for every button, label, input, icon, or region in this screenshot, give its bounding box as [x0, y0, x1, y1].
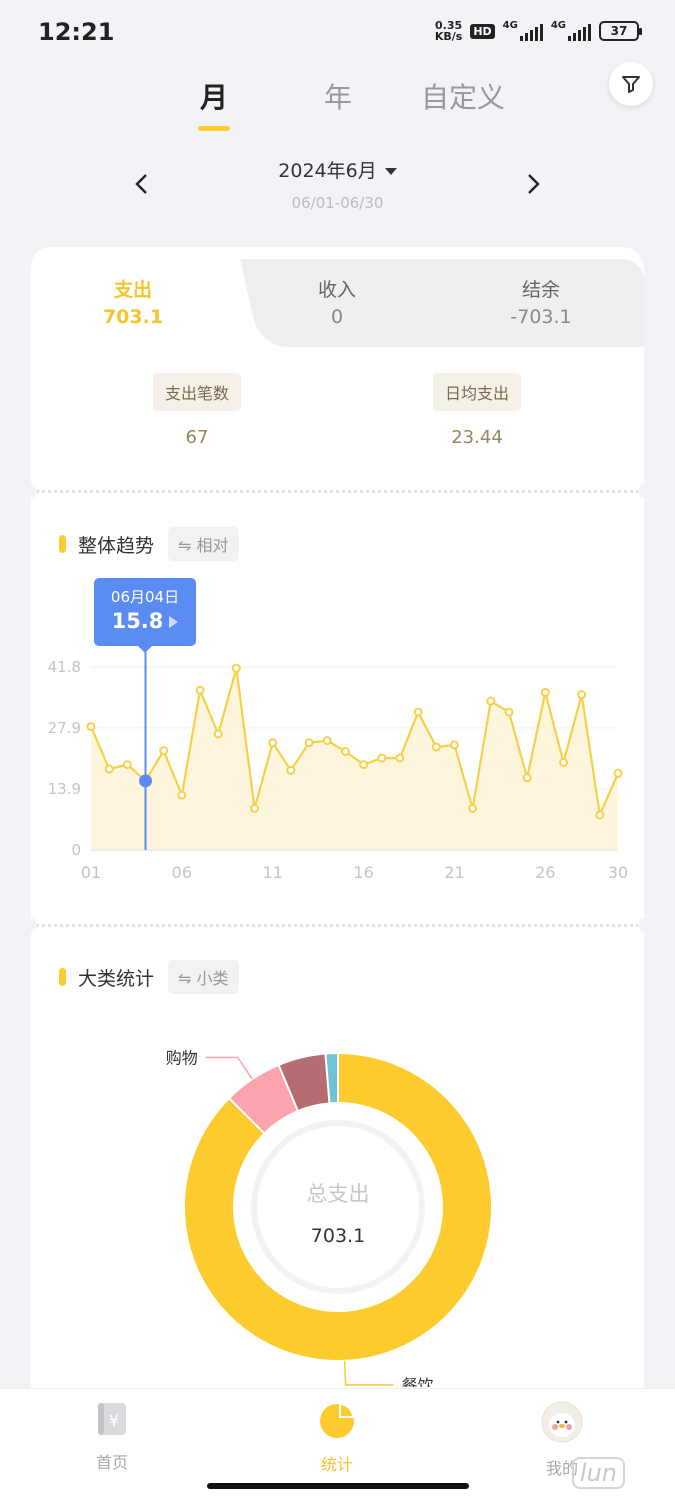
data-point[interactable]: [213, 729, 223, 739]
y-tick-label: 41.8: [48, 658, 81, 676]
data-point[interactable]: [449, 740, 459, 750]
x-tick-label: 01: [81, 863, 101, 882]
battery-icon: 37: [599, 21, 642, 41]
data-point[interactable]: [522, 773, 532, 783]
stats-card: 支出 703.1 收入 0 结余 -703.1 支出笔数 67 日均支出 23.…: [23, 247, 652, 1407]
daily-average: 日均支出 23.44: [377, 373, 577, 448]
data-point[interactable]: [413, 707, 423, 717]
tab-year[interactable]: 年: [324, 76, 352, 116]
data-point[interactable]: [504, 707, 514, 717]
expense-count: 支出笔数 67: [97, 373, 297, 448]
dropdown-icon: [384, 168, 397, 175]
data-point[interactable]: [595, 810, 605, 820]
data-point[interactable]: [431, 742, 441, 752]
watermark-logo: lun: [571, 1457, 625, 1489]
trend-line-chart[interactable]: 41.8 27.9 13.9 001 06 11 16 21 26 30: [31, 652, 644, 892]
data-point[interactable]: [86, 722, 96, 732]
x-tick-label: 16: [353, 863, 373, 882]
divider: [23, 484, 652, 498]
data-point[interactable]: [486, 696, 496, 706]
highlight-point[interactable]: [139, 774, 153, 788]
x-tick-label: 11: [263, 863, 283, 882]
summary-income[interactable]: 收入 0: [237, 275, 437, 328]
category-title: 大类统计 ⇋ 小类: [59, 960, 239, 994]
data-point[interactable]: [177, 790, 187, 800]
avatar: [541, 1401, 583, 1443]
next-month-arrow-icon[interactable]: [521, 172, 545, 196]
data-point[interactable]: [268, 738, 278, 748]
signal-icon-2: 4G: [551, 21, 591, 41]
tab-custom[interactable]: 自定义: [421, 76, 505, 116]
label-leader: [343, 1360, 394, 1386]
y-tick-label: 27.9: [48, 719, 81, 737]
play-icon: [169, 616, 179, 628]
x-tick-label: 06: [172, 863, 192, 882]
chart-tooltip: 06月04日 15.8: [94, 578, 196, 653]
donut-center: [251, 1120, 425, 1294]
svg-text:¥: ¥: [109, 1411, 119, 1430]
summary-balance[interactable]: 结余 -703.1: [441, 275, 641, 328]
data-point[interactable]: [395, 753, 405, 763]
category-donut-chart[interactable]: 总支出 703.1 餐饮 购物: [31, 1017, 644, 1387]
divider-2: [23, 918, 652, 932]
data-point[interactable]: [377, 753, 387, 763]
data-point[interactable]: [159, 746, 169, 756]
data-point[interactable]: [322, 736, 332, 746]
donut-center-value: 703.1: [311, 1225, 365, 1247]
filter-icon: [622, 76, 640, 93]
tab-month[interactable]: 月: [200, 76, 228, 116]
nav-home[interactable]: ¥ 首页: [52, 1401, 172, 1473]
summary-expense[interactable]: 支出 703.1: [33, 275, 233, 328]
trend-title: 整体趋势 ⇋ 相对: [59, 527, 239, 561]
donut-center-label: 总支出: [307, 1182, 370, 1206]
y-tick-label: 13.9: [48, 780, 81, 798]
period-tabs: 月 年 自定义: [0, 72, 675, 142]
data-point[interactable]: [340, 746, 350, 756]
data-point[interactable]: [286, 765, 296, 775]
status-time: 12:21: [38, 18, 115, 46]
data-point[interactable]: [195, 685, 205, 695]
home-indicator: [207, 1483, 469, 1489]
x-tick-label: 26: [535, 863, 555, 882]
wallet-icon: ¥: [98, 1403, 126, 1435]
month-picker[interactable]: 2024年6月: [0, 156, 675, 183]
pie-label: 餐饮: [402, 1376, 434, 1387]
filter-button[interactable]: [609, 62, 653, 106]
subcategory-toggle-button[interactable]: ⇋ 小类: [168, 960, 239, 994]
tab-underline: [198, 126, 230, 131]
hd-icon: HD: [470, 23, 495, 39]
data-point[interactable]: [577, 690, 587, 700]
pie-label: 购物: [166, 1048, 198, 1067]
data-point[interactable]: [613, 768, 623, 778]
y-tick-label: 0: [71, 841, 81, 859]
signal-icon: 4G: [503, 21, 543, 41]
label-leader: [205, 1056, 253, 1080]
summary-tabs: 支出 703.1 收入 0 结余 -703.1: [31, 247, 644, 347]
data-point[interactable]: [468, 803, 478, 813]
date-selector: 2024年6月 06/01-06/30: [0, 150, 675, 230]
data-point[interactable]: [304, 738, 314, 748]
data-point[interactable]: [540, 687, 550, 697]
data-point[interactable]: [231, 663, 241, 673]
pie-icon: [320, 1403, 354, 1438]
date-range: 06/01-06/30: [291, 194, 384, 212]
data-point[interactable]: [250, 803, 260, 813]
status-icons: 0.35 KB/s HD 4G 4G 37: [434, 19, 642, 43]
nav-stats[interactable]: 统计: [277, 1401, 397, 1475]
relative-toggle-button[interactable]: ⇋ 相对: [168, 527, 239, 561]
data-point[interactable]: [122, 760, 132, 770]
x-tick-label: 21: [444, 863, 464, 882]
x-tick-label: 30: [608, 863, 628, 882]
data-point[interactable]: [359, 760, 369, 770]
data-point[interactable]: [558, 757, 568, 767]
data-point[interactable]: [104, 764, 114, 774]
status-bar: 12:21 0.35 KB/s HD 4G 4G 37: [0, 0, 675, 64]
net-speed: 0.35 KB/s: [434, 19, 463, 43]
